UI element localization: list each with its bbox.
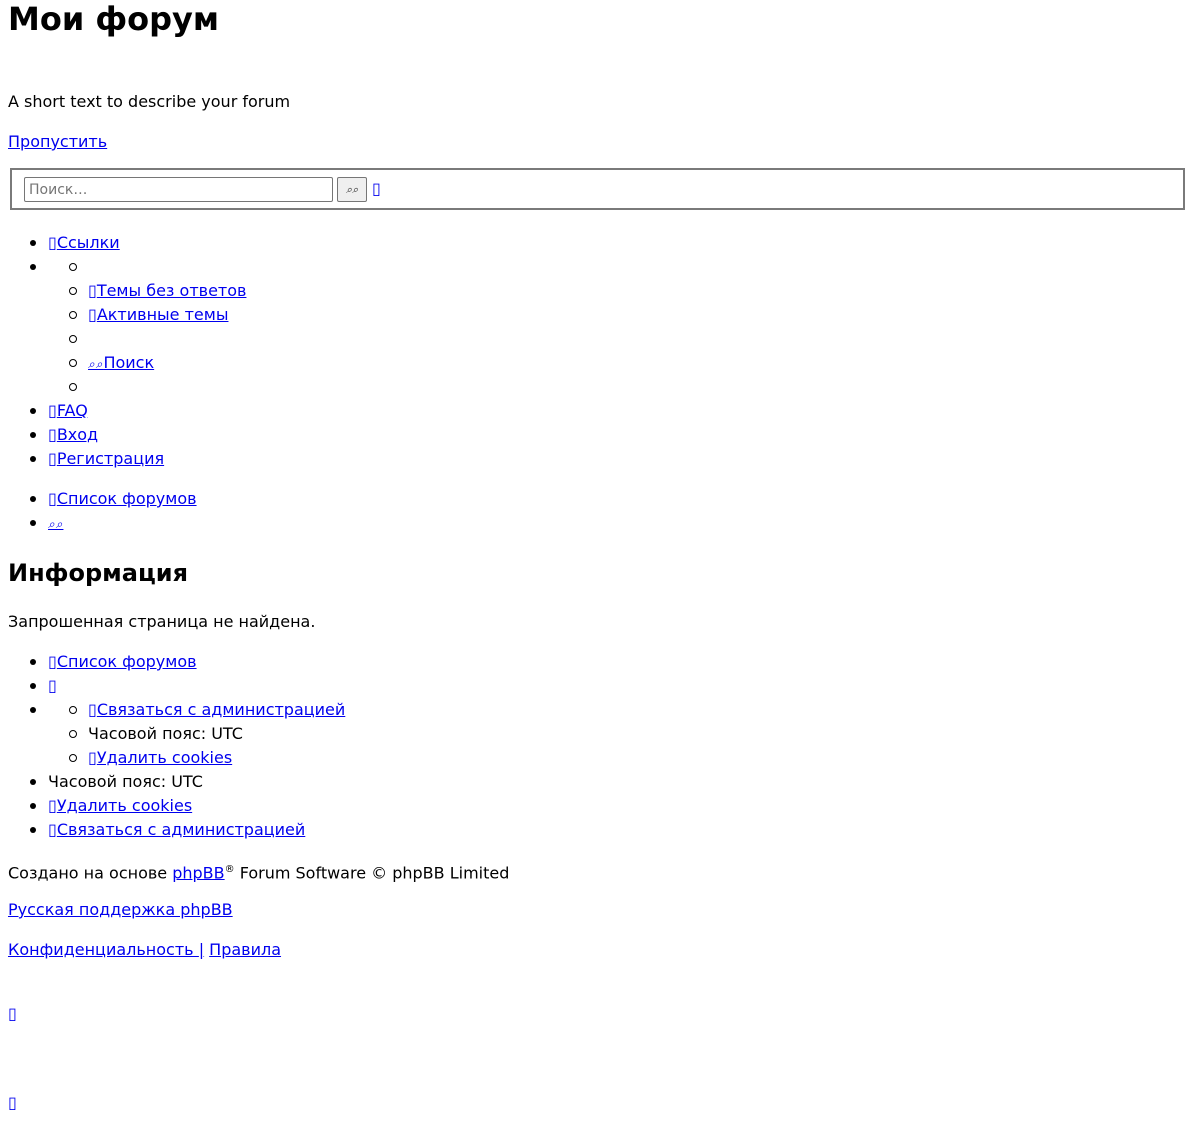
footer-dropdown: ▯Связаться с администрацией Часовой пояс… [29, 698, 345, 770]
delete-cookies-link[interactable]: ▯Удалить cookies [88, 748, 232, 767]
submenu-item-active: ▯Активные темы [68, 303, 246, 327]
russian-support-link[interactable]: Русская поддержка phpBB [8, 900, 233, 919]
submenu-separator [68, 327, 246, 351]
quick-links-submenu: ▯Темы без ответов ▯Активные темы ⌕⌕Поиск [68, 255, 246, 399]
submenu-item-cookies: ▯Удалить cookies [68, 746, 345, 770]
footer-item-timezone: Часовой пояс: UTC [29, 770, 345, 794]
submenu-item-timezone: Часовой пояс: UTC [68, 722, 345, 746]
breadcrumb: ▯Список форумов ⌕⌕ [30, 487, 197, 535]
info-message: Запрошенная страница не найдена. [8, 612, 316, 631]
bars-icon: ▯ [48, 233, 57, 252]
contact-admin-link[interactable]: ▯Связаться с администрацией [88, 700, 345, 719]
submenu-item-contact: ▯Связаться с администрацией [68, 698, 345, 722]
phpbb-link[interactable]: phpBB [172, 863, 224, 882]
footer-item-contact: ▯Связаться с администрацией [29, 818, 345, 842]
register-link[interactable]: ▯Регистрация [48, 449, 164, 468]
back-to-top-icon[interactable]: ▯ [8, 1093, 17, 1112]
terms-link[interactable]: Правила [209, 940, 281, 959]
footer-item-menu: ▯ [29, 674, 345, 698]
site-title: Мои форум [8, 0, 220, 38]
quick-links-link[interactable]: ▯Ссылки [48, 233, 120, 252]
question-icon: ▯ [48, 401, 57, 420]
powered-by: Создано на основе phpBB® Forum Software … [8, 863, 510, 883]
nav-item-login: ▯Вход [29, 423, 164, 447]
menu-icon[interactable]: ▯ [48, 676, 57, 695]
home-icon: ▯ [48, 489, 57, 508]
delete-cookies-link[interactable]: ▯Удалить cookies [48, 796, 192, 815]
file-icon: ▯ [88, 281, 97, 300]
breadcrumb-item-index: ▯Список форумов [30, 487, 197, 511]
submenu-item-search: ⌕⌕Поиск [68, 351, 246, 375]
main-nav: ▯Ссылки ▯Темы без ответов ▯Активные темы… [29, 231, 246, 399]
envelope-icon: ▯ [88, 700, 97, 719]
footer-links: Конфиденциальность | Правила [8, 938, 281, 962]
close-icon[interactable]: ▯ [8, 1004, 17, 1023]
page-heading: Информация [8, 559, 188, 587]
trash-icon: ▯ [88, 748, 97, 767]
nav-item-register: ▯Регистрация [29, 447, 164, 471]
privacy-link[interactable]: Конфиденциальность | [8, 940, 204, 959]
breadcrumb-item-search: ⌕⌕ [30, 511, 197, 535]
main-nav-2: ▯FAQ ▯Вход ▯Регистрация [29, 399, 164, 471]
advanced-search-icon[interactable]: ▯ [372, 179, 381, 198]
submenu-separator [68, 375, 246, 399]
footer-item-cookies: ▯Удалить cookies [29, 794, 345, 818]
timezone-text: Часовой пояс: UTC [48, 772, 203, 791]
forum-index-link[interactable]: ▯Список форумов [48, 489, 197, 508]
submenu-item-unanswered: ▯Темы без ответов [68, 279, 246, 303]
footer-item-index: ▯Список форумов [29, 650, 345, 674]
breadcrumb-search-icon[interactable]: ⌕⌕ [48, 517, 63, 531]
search-link[interactable]: ⌕⌕Поиск [88, 353, 154, 372]
quick-links-dropdown: ▯Темы без ответов ▯Активные темы ⌕⌕Поиск [29, 255, 246, 399]
trash-icon: ▯ [48, 796, 57, 815]
skip-link[interactable]: Пропустить [8, 130, 107, 154]
nav-item-quick-links: ▯Ссылки [29, 231, 246, 255]
search-input[interactable] [24, 177, 333, 202]
footer-submenu: ▯Связаться с администрацией Часовой пояс… [68, 698, 345, 770]
fire-icon: ▯ [88, 305, 97, 324]
search-box: ⌕⌕ ▯ [10, 168, 1185, 210]
search-icon: ⌕⌕ [88, 357, 104, 371]
home-icon: ▯ [48, 652, 57, 671]
contact-admin-link[interactable]: ▯Связаться с администрацией [48, 820, 305, 839]
search-icon: ⌕⌕ [345, 182, 359, 196]
unanswered-topics-link[interactable]: ▯Темы без ответов [88, 281, 246, 300]
russian-support: Русская поддержка phpBB [8, 898, 233, 922]
envelope-icon: ▯ [48, 820, 57, 839]
submenu-separator [68, 255, 246, 279]
faq-link[interactable]: ▯FAQ [48, 401, 88, 420]
footer-nav: ▯Список форумов ▯ ▯Связаться с администр… [29, 650, 345, 842]
footer-forum-index-link[interactable]: ▯Список форумов [48, 652, 197, 671]
search-button[interactable]: ⌕⌕ [337, 177, 367, 202]
nav-item-faq: ▯FAQ [29, 399, 164, 423]
login-link[interactable]: ▯Вход [48, 425, 98, 444]
timezone-text: Часовой пояс: UTC [88, 724, 243, 743]
pencil-icon: ▯ [48, 449, 57, 468]
power-icon: ▯ [48, 425, 57, 444]
site-description: A short text to describe your forum [8, 92, 291, 111]
active-topics-link[interactable]: ▯Активные темы [88, 305, 228, 324]
